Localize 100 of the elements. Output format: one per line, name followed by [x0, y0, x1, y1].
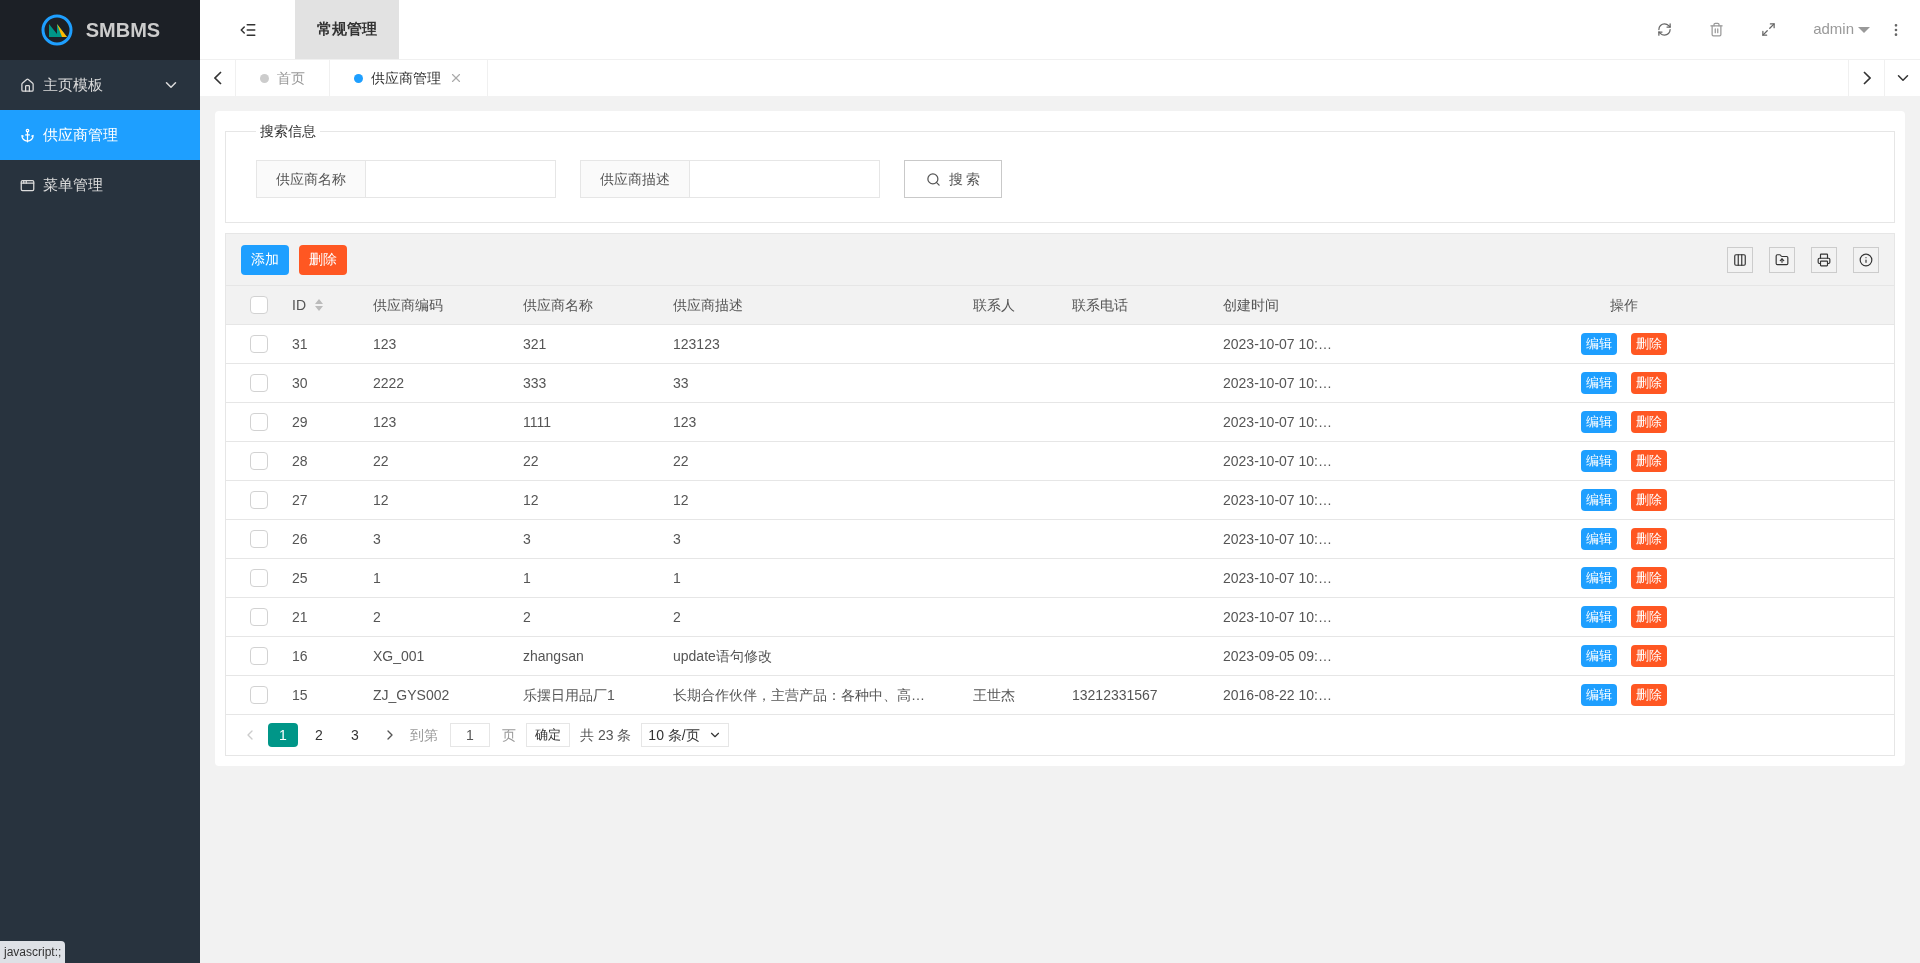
page-button[interactable]: 1: [268, 723, 298, 747]
print-icon[interactable]: [1811, 246, 1837, 273]
checkbox[interactable]: [250, 686, 268, 704]
delete-button[interactable]: 删除: [1630, 450, 1667, 472]
table-cell: 王世杰: [973, 686, 1015, 703]
table-cell: 2222: [373, 374, 405, 391]
fullscreen-icon[interactable]: [1761, 22, 1777, 37]
table-cell: 22: [673, 452, 689, 469]
table-cell: 2023-10-07 10:…: [1223, 452, 1332, 469]
table-cell: 2: [673, 608, 681, 625]
delete-button[interactable]: 删除: [1630, 567, 1667, 589]
checkbox[interactable]: [250, 491, 268, 509]
sidebar-item[interactable]: 菜单管理: [0, 160, 200, 210]
column-header: 联系电话: [1072, 295, 1128, 315]
delete-button[interactable]: 删除: [1630, 372, 1667, 394]
table-cell: 333: [523, 374, 547, 391]
checkbox[interactable]: [250, 374, 268, 392]
page-button[interactable]: 3: [340, 723, 370, 747]
table-cell: 2023-10-07 10:…: [1223, 413, 1332, 430]
delete-button[interactable]: 删除: [1630, 606, 1667, 628]
home-icon: [20, 77, 35, 93]
info-icon[interactable]: [1853, 246, 1879, 273]
user-menu[interactable]: admin: [1813, 18, 1870, 41]
search-button[interactable]: 搜 索: [904, 160, 1002, 198]
edit-button[interactable]: 编辑: [1580, 684, 1617, 706]
table-cell: 3: [523, 530, 531, 547]
table-cell: 30: [292, 374, 308, 391]
table-cell: 123: [373, 413, 397, 430]
checkbox[interactable]: [250, 452, 268, 470]
edit-button[interactable]: 编辑: [1580, 333, 1617, 355]
add-button[interactable]: 添加: [241, 244, 289, 275]
table-cell: 1111: [523, 413, 552, 430]
table-cell: 31: [292, 335, 308, 352]
table-cell: 21: [292, 608, 308, 625]
delete-button[interactable]: 删除: [1630, 411, 1667, 433]
checkbox[interactable]: [250, 296, 268, 314]
delete-button[interactable]: 删除: [1630, 645, 1667, 667]
edit-button[interactable]: 编辑: [1580, 450, 1617, 472]
table-cell: 1: [673, 569, 681, 586]
table-cell: 3: [673, 530, 681, 547]
table-cell: 2016-08-22 10:…: [1223, 686, 1332, 703]
edit-button[interactable]: 编辑: [1580, 645, 1617, 667]
input-field[interactable]: [366, 160, 556, 198]
table-cell: 2: [373, 608, 381, 625]
brand-name: SMBMS: [85, 18, 161, 43]
delete-button[interactable]: 删除: [1630, 684, 1667, 706]
delete-button[interactable]: 删除: [299, 244, 347, 275]
edit-button[interactable]: 编辑: [1580, 411, 1617, 433]
chevron-left-icon: [213, 71, 222, 85]
total-count: 共 23 条: [580, 725, 632, 745]
table-cell: ZJ_GYS002: [373, 686, 450, 703]
confirm-button[interactable]: 确定: [526, 723, 570, 747]
table-cell: 1: [523, 569, 531, 586]
page-tab[interactable]: 首页: [236, 60, 330, 96]
table-cell: 33: [673, 374, 689, 391]
table-cell: 2023-10-07 10:…: [1223, 569, 1332, 586]
delete-button[interactable]: 删除: [1630, 489, 1667, 511]
search-legend: 搜索信息: [256, 121, 320, 142]
checkbox[interactable]: [250, 608, 268, 626]
page-tab[interactable]: 供应商管理: [330, 60, 488, 96]
checkbox[interactable]: [250, 530, 268, 548]
edit-button[interactable]: 编辑: [1580, 489, 1617, 511]
column-header: 供应商描述: [673, 295, 743, 315]
table-cell: 16: [292, 647, 308, 664]
table-cell: 乐摆日用品厂1: [523, 686, 615, 703]
table-cell: 长期合作伙伴，主营产品：各种中、高…: [673, 686, 925, 703]
sidebar-item[interactable]: 主页模板: [0, 60, 200, 110]
page-input[interactable]: 1: [450, 723, 490, 747]
trash-icon[interactable]: [1709, 22, 1725, 37]
close-icon[interactable]: [449, 71, 463, 85]
sort-icon[interactable]: [314, 298, 324, 312]
sidebar-item[interactable]: 供应商管理: [0, 110, 200, 160]
columns-icon[interactable]: [1727, 246, 1753, 273]
top-menu-tab[interactable]: 常规管理: [295, 0, 399, 59]
page-button[interactable]: 2: [304, 723, 334, 747]
edit-button[interactable]: 编辑: [1580, 528, 1617, 550]
edit-button[interactable]: 编辑: [1580, 372, 1617, 394]
search-icon: [925, 171, 941, 187]
checkbox[interactable]: [250, 413, 268, 431]
export-icon[interactable]: [1769, 246, 1795, 273]
page-unit: 页: [502, 725, 516, 745]
table-cell: 22: [523, 452, 539, 469]
input-field[interactable]: [690, 160, 880, 198]
edit-button[interactable]: 编辑: [1580, 606, 1617, 628]
field-label: 供应商描述: [580, 160, 690, 198]
logo-icon: [39, 13, 74, 47]
refresh-icon[interactable]: [1657, 22, 1673, 37]
edit-button[interactable]: 编辑: [1580, 567, 1617, 589]
checkbox[interactable]: [250, 647, 268, 665]
table-cell: XG_001: [373, 647, 425, 664]
column-header: 操作: [1609, 295, 1638, 315]
delete-button[interactable]: 删除: [1630, 528, 1667, 550]
table-cell: 2023-10-07 10:…: [1223, 608, 1332, 625]
status-bar: javascript:;: [0, 941, 66, 963]
table-cell: 12: [673, 491, 689, 508]
delete-button[interactable]: 删除: [1630, 333, 1667, 355]
page-size-select[interactable]: 10 条/页: [641, 723, 729, 747]
table-cell: 321: [523, 335, 547, 352]
checkbox[interactable]: [250, 569, 268, 587]
checkbox[interactable]: [250, 335, 268, 353]
